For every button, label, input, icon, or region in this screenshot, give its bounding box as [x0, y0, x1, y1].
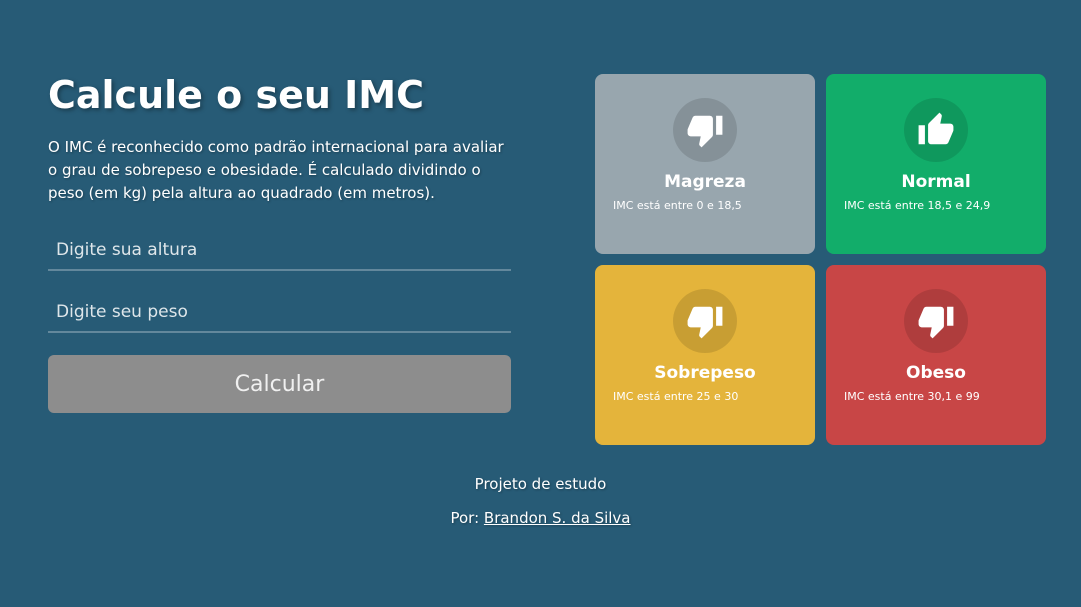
page-title: Calcule o seu IMC	[48, 73, 425, 117]
footer-author-line: Por: Brandon S. da Silva	[0, 506, 1081, 530]
weight-input[interactable]	[48, 293, 511, 333]
thumbs-down-icon	[673, 289, 737, 353]
category-card-magreza: Magreza IMC está entre 0 e 18,5	[595, 74, 815, 254]
author-link[interactable]: Brandon S. da Silva	[484, 509, 631, 527]
category-rule: IMC está entre 18,5 e 24,9	[844, 199, 991, 212]
height-input[interactable]	[48, 231, 511, 271]
category-rule: IMC está entre 25 e 30	[613, 390, 739, 403]
calculate-button[interactable]: Calcular	[48, 355, 511, 413]
thumbs-down-icon	[904, 289, 968, 353]
footer-project-text: Projeto de estudo	[474, 475, 607, 493]
category-name: Normal	[901, 172, 971, 192]
thumbs-down-icon	[673, 98, 737, 162]
category-name: Sobrepeso	[654, 363, 756, 383]
footer-author-prefix: Por:	[450, 509, 484, 527]
category-card-normal: Normal IMC está entre 18,5 e 24,9	[826, 74, 1046, 254]
description-text: O IMC é reconhecido como padrão internac…	[48, 138, 504, 202]
thumbs-up-icon	[904, 98, 968, 162]
category-rule: IMC está entre 30,1 e 99	[844, 390, 980, 403]
page: Calcule o seu IMC O IMC é reconhecido co…	[0, 0, 1081, 607]
category-name: Magreza	[664, 172, 746, 192]
category-name: Obeso	[906, 363, 966, 383]
category-card-obeso: Obeso IMC está entre 30,1 e 99	[826, 265, 1046, 445]
footer: Projeto de estudo Por: Brandon S. da Sil…	[0, 472, 1081, 540]
imc-form-section: Calcule o seu IMC O IMC é reconhecido co…	[48, 72, 511, 413]
imc-categories-grid: Magreza IMC está entre 0 e 18,5 Normal I…	[595, 74, 1046, 445]
category-rule: IMC está entre 0 e 18,5	[613, 199, 742, 212]
category-card-sobrepeso: Sobrepeso IMC está entre 25 e 30	[595, 265, 815, 445]
